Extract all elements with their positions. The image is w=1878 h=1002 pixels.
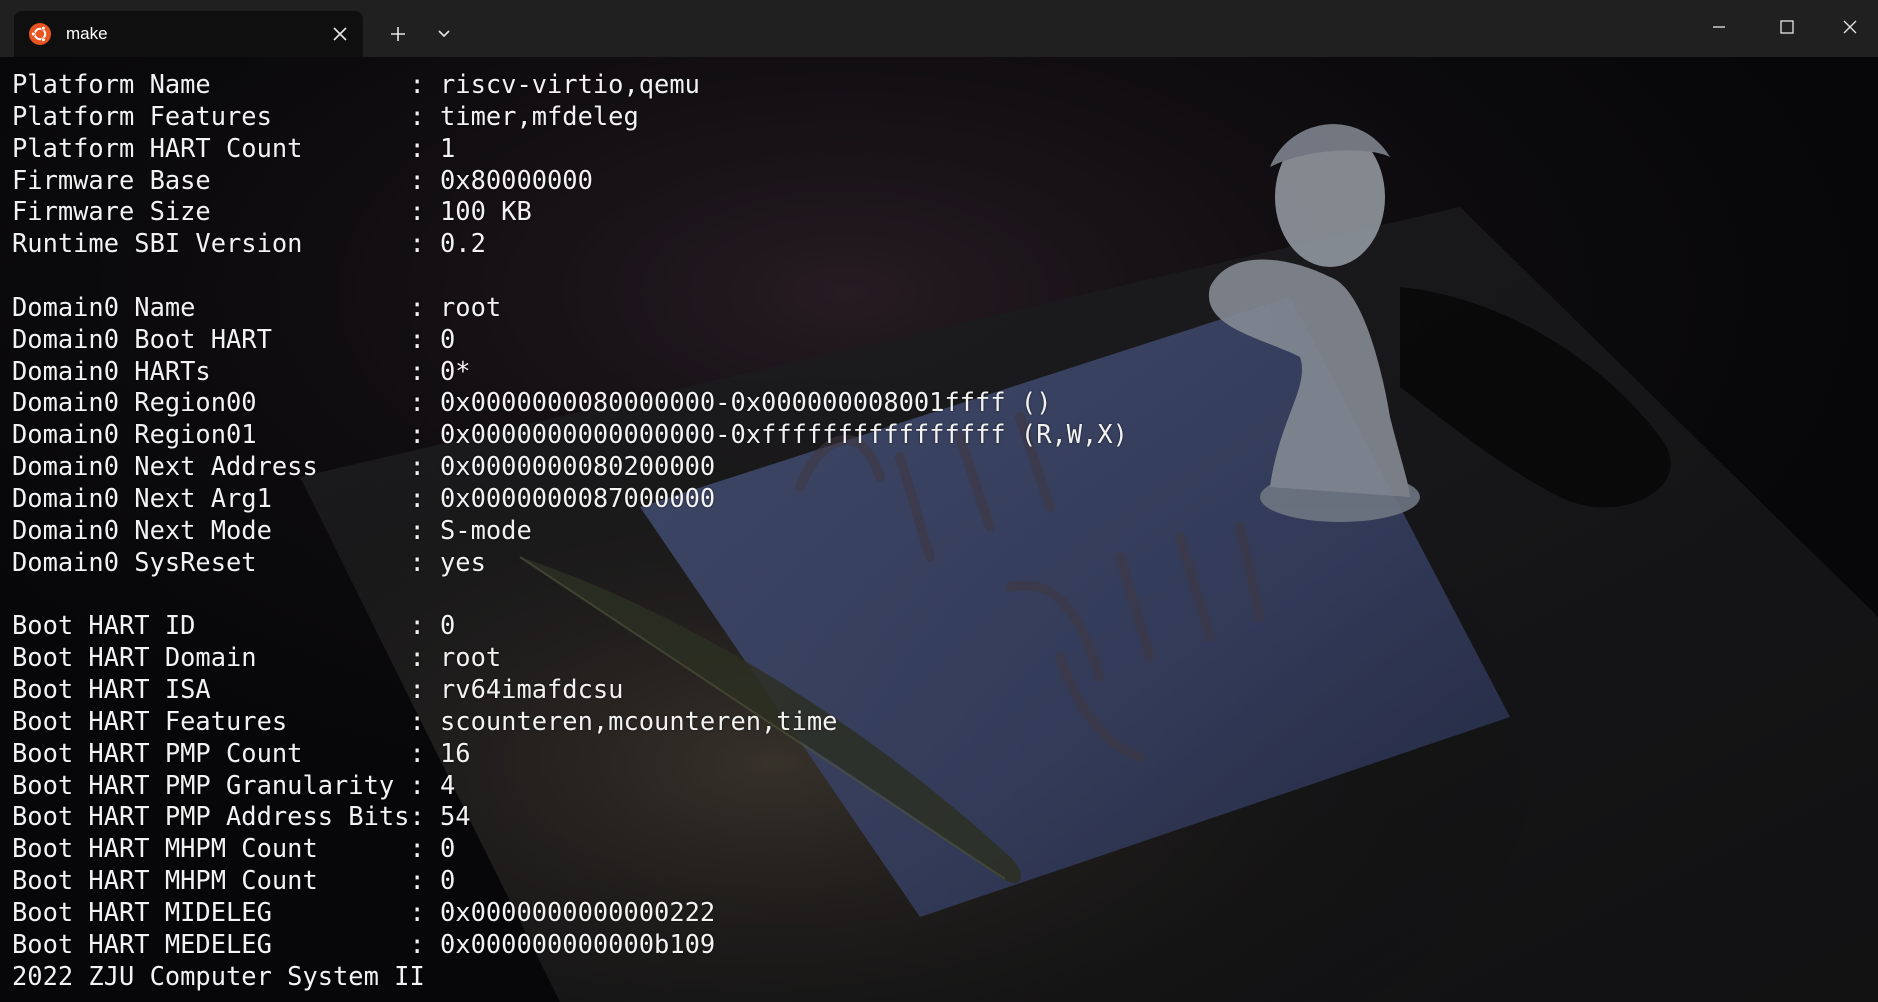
terminal-output: Platform Name : riscv-virtio,qemu Platfor… [12, 69, 1412, 992]
terminal-line: Firmware Size : 100 KB [12, 196, 532, 227]
terminal-line: Domain0 HARTs : 0* [12, 355, 471, 386]
maximize-icon [1780, 20, 1794, 34]
terminal-line: Platform HART Count : 1 [12, 132, 456, 163]
terminal-line: Domain0 Next Mode : S-mode [12, 514, 532, 545]
minimize-icon [1713, 26, 1725, 28]
terminal-line: Domain0 Next Arg1 : 0x0000000087000000 [12, 482, 716, 513]
title-bar[interactable]: make [0, 0, 1878, 57]
terminal-line: Platform Features : timer,mfdeleg [12, 100, 639, 131]
terminal-line: Boot HART MHPM Count : 0 [12, 865, 456, 896]
terminal-line: 2022 ZJU Computer System II [12, 960, 425, 991]
terminal-output-area[interactable]: Platform Name : riscv-virtio,qemu Platfor… [0, 57, 1878, 1002]
close-icon [333, 27, 347, 41]
minimize-button[interactable] [1686, 0, 1752, 54]
window-close-button[interactable] [1822, 0, 1878, 54]
tab-title: make [66, 24, 108, 43]
terminal-line: Boot HART PMP Address Bits: 54 [12, 801, 471, 832]
new-tab-button[interactable] [380, 16, 416, 52]
terminal-window: make Platform Name: riscv-virtio,qemu P… [0, 0, 1878, 1002]
terminal-line: Boot HART Domain : root [12, 642, 502, 673]
chevron-down-icon [438, 30, 450, 38]
terminal-line: Domain0 Boot HART : 0 [12, 323, 456, 354]
terminal-line: Runtime SBI Version : 0.2 [12, 228, 486, 259]
tab-make[interactable]: make [14, 11, 363, 57]
terminal-line: Boot HART MIDELEG : 0x0000000000000222 [12, 896, 716, 927]
terminal-line: Domain0 Name : root [12, 291, 502, 322]
terminal-line: Boot HART PMP Granularity : 4 [12, 769, 456, 800]
close-icon [1843, 20, 1857, 34]
terminal-line: Boot HART MHPM Count : 0 [12, 833, 456, 864]
ubuntu-icon [29, 23, 51, 45]
terminal-line: Boot HART Features : scounteren,mcounter… [12, 705, 838, 736]
terminal-line: Boot HART MEDELEG : 0x000000000000b109 [12, 928, 716, 959]
terminal-line: Boot HART PMP Count : 16 [12, 737, 471, 768]
plus-icon [391, 27, 405, 41]
terminal-line: Domain0 Region01 : 0x0000000000000000-0x… [12, 419, 1128, 450]
terminal-line: Boot HART ID : 0 [12, 610, 456, 641]
maximize-button[interactable] [1754, 0, 1820, 54]
terminal-line: Domain0 Next Address : 0x000000008020000… [12, 451, 716, 482]
terminal-line: Platform Name : riscv-virtio,qemu [12, 69, 700, 99]
tab-close-button[interactable] [328, 22, 352, 46]
terminal-line: Domain0 Region00 : 0x0000000080000000-0x… [12, 387, 1052, 418]
terminal-line: Boot HART ISA : rv64imafdcsu [12, 674, 624, 705]
tab-dropdown-button[interactable] [426, 16, 462, 52]
terminal-line: Domain0 SysReset : yes [12, 546, 486, 577]
terminal-line: Firmware Base : 0x80000000 [12, 164, 593, 195]
